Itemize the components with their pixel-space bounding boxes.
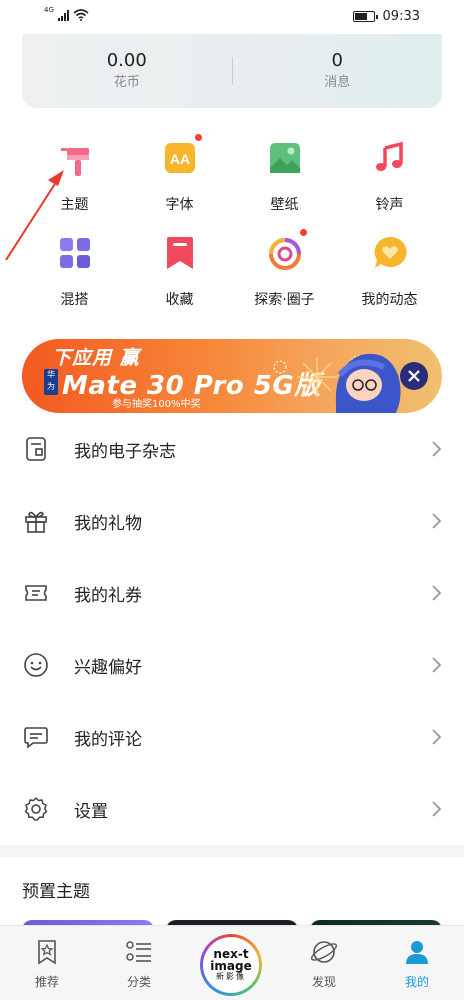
stat-label: 消息 xyxy=(324,75,351,90)
annotation-arrow xyxy=(5,170,64,261)
font-icon: AA xyxy=(160,134,202,178)
menu-label: 我的礼物 xyxy=(74,513,142,534)
chevron-right-icon xyxy=(432,729,442,745)
chevron-right-icon xyxy=(432,585,442,601)
grid-label: 我的动态 xyxy=(361,292,418,308)
status-time: 09:33 xyxy=(382,9,420,24)
grid-item-my-activity[interactable]: 我的动态 xyxy=(337,223,442,318)
star-bookmark-icon xyxy=(33,938,61,966)
chevron-right-icon xyxy=(432,441,442,457)
grid-row: 主题 AA 字体 壁纸 铃声 xyxy=(22,128,442,223)
banner-brand: 华为 xyxy=(44,369,58,395)
status-left: 4G xyxy=(44,5,89,21)
menu-item-magazine[interactable]: 我的电子杂志 xyxy=(0,413,464,485)
chevron-right-icon xyxy=(432,657,442,673)
menu-label: 我的电子杂志 xyxy=(74,441,176,462)
feature-grid: 主题 AA 字体 壁纸 铃声 混搭 收藏 探索·圈子 我的动态 xyxy=(22,128,442,318)
heart-bubble-icon xyxy=(370,233,410,273)
menu-label: 设置 xyxy=(74,801,108,822)
menu-label: 我的评论 xyxy=(74,729,142,750)
comment-icon xyxy=(22,723,50,751)
menu-label: 兴趣偏好 xyxy=(74,657,142,678)
menu-label: 我的礼券 xyxy=(74,585,142,606)
nav-category[interactable]: 分类 xyxy=(99,926,179,1000)
person-icon xyxy=(403,938,431,966)
grid-row: 混搭 收藏 探索·圈子 我的动态 xyxy=(22,223,442,318)
grid-item-ringtone[interactable]: 铃声 xyxy=(337,128,442,223)
gear-icon xyxy=(22,795,50,823)
menu-item-settings[interactable]: 设置 xyxy=(0,773,464,845)
section-title: 预置主题 xyxy=(22,882,90,902)
smiley-icon xyxy=(22,651,50,679)
stats-card: 0.00 花币 0 消息 xyxy=(22,34,442,108)
svg-text:AA: AA xyxy=(169,151,189,167)
wallpaper-icon xyxy=(265,138,305,178)
status-bar: 4G 09:33 xyxy=(0,0,464,34)
bookmark-icon xyxy=(160,233,200,273)
grid-label: 字体 xyxy=(165,197,194,213)
stat-messages[interactable]: 0 消息 xyxy=(233,50,443,92)
grid-label: 收藏 xyxy=(165,292,194,308)
grid-item-wallpaper[interactable]: 壁纸 xyxy=(232,128,337,223)
grid-label: 壁纸 xyxy=(270,197,299,213)
grid-item-favorites[interactable]: 收藏 xyxy=(127,223,232,318)
gift-icon xyxy=(22,507,50,535)
category-list-icon xyxy=(125,938,153,966)
status-right: 09:33 xyxy=(352,9,420,24)
menu-item-coupons[interactable]: 我的礼券 xyxy=(0,557,464,629)
grid-item-font[interactable]: AA 字体 xyxy=(127,128,232,223)
screen: 4G 09:33 0.00 花币 0 消息 主题 AA 字体 壁纸 铃声 混搭 … xyxy=(0,0,464,1000)
nav-mine[interactable]: 我的 xyxy=(377,926,457,1000)
nav-label: 推荐 xyxy=(34,975,59,989)
nav-label: 分类 xyxy=(126,975,151,989)
battery-icon xyxy=(352,11,378,22)
planet-icon xyxy=(310,938,338,966)
bottom-nav: 推荐 分类 nex-t image 新影像 发现 我的 xyxy=(0,925,464,1000)
nav-nexx-image[interactable]: nex-t image 新影像 xyxy=(200,934,262,996)
illustration-girl-icon xyxy=(335,353,401,413)
wifi-icon xyxy=(73,9,89,21)
banner-note: 参与抽奖100%中奖 xyxy=(112,399,201,410)
nav-label: 发现 xyxy=(311,975,336,989)
menu-item-interests[interactable]: 兴趣偏好 xyxy=(0,629,464,701)
menu-list: 我的电子杂志 我的礼物 我的礼券 兴趣偏好 我的评论 设置 xyxy=(0,413,464,845)
network-type: 4G xyxy=(44,5,54,14)
nav-center-line3: 新影像 xyxy=(216,972,246,981)
chevron-right-icon xyxy=(432,801,442,817)
chevron-right-icon xyxy=(432,513,442,529)
promo-banner[interactable]: 下应用 赢 华为 Mate 30 Pro 5G版 参与抽奖100%中奖 xyxy=(22,339,442,413)
coupon-icon xyxy=(22,579,50,607)
grid-label: 混搭 xyxy=(60,292,89,308)
nav-label: 我的 xyxy=(404,975,429,989)
explore-circle-icon xyxy=(265,229,307,273)
close-icon[interactable] xyxy=(400,362,428,390)
section-separator xyxy=(0,845,464,857)
signal-icon xyxy=(57,9,69,21)
nav-center-line2: image xyxy=(210,959,252,973)
stat-value: 0 xyxy=(331,50,343,71)
stat-coins[interactable]: 0.00 花币 xyxy=(22,50,232,92)
grid-label: 探索·圈子 xyxy=(254,292,315,308)
menu-item-comments[interactable]: 我的评论 xyxy=(0,701,464,773)
stat-label: 花币 xyxy=(113,75,140,90)
grid-label: 铃声 xyxy=(375,197,404,213)
nav-discover[interactable]: 发现 xyxy=(284,926,364,1000)
magazine-icon xyxy=(22,435,50,463)
menu-item-gifts[interactable]: 我的礼物 xyxy=(0,485,464,557)
badge-dot xyxy=(299,229,307,236)
grid-item-explore[interactable]: 探索·圈子 xyxy=(232,223,337,318)
nav-recommend[interactable]: 推荐 xyxy=(7,926,87,1000)
badge-dot xyxy=(194,134,202,141)
music-note-icon xyxy=(370,138,410,178)
stat-value: 0.00 xyxy=(106,50,147,71)
